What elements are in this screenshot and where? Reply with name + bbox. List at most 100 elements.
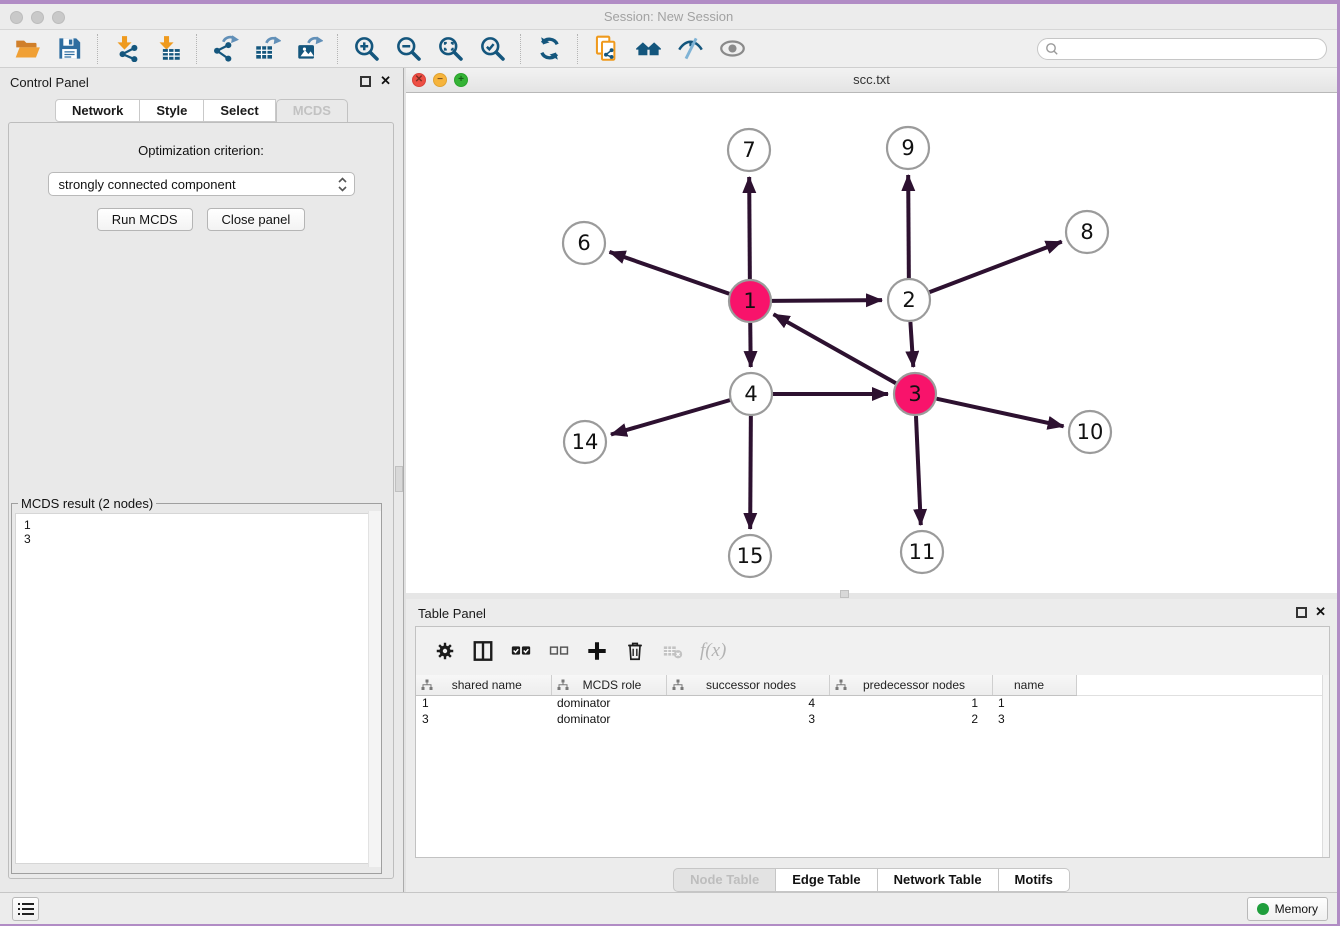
window-title: Session: New Session	[0, 9, 1337, 24]
table-row[interactable]: 3dominator323	[416, 711, 1322, 727]
table-panel-title: Table Panel	[418, 606, 486, 621]
column-header-predecessor-nodes[interactable]: predecessor nodes	[829, 675, 992, 695]
tab-mcds[interactable]: MCDS	[276, 99, 348, 123]
close-panel-icon[interactable]: ✕	[380, 73, 391, 89]
split-columns-icon[interactable]	[469, 637, 497, 665]
table-cell[interactable]: 2	[829, 711, 992, 727]
edge-4-14[interactable]	[611, 400, 730, 434]
edge-3-1[interactable]	[774, 314, 896, 383]
export-network-icon[interactable]	[209, 34, 241, 64]
zoom-fit-icon[interactable]	[434, 34, 466, 64]
export-table-icon[interactable]	[251, 34, 283, 64]
node-label-2: 2	[902, 288, 915, 312]
main-content: Control Panel ✕ NetworkStyleSelectMCDS O…	[0, 68, 1337, 892]
deselect-all-columns-icon[interactable]	[545, 637, 573, 665]
node-label-6: 6	[577, 231, 590, 255]
node-label-4: 4	[744, 382, 757, 406]
add-column-icon[interactable]	[583, 637, 611, 665]
tab-style[interactable]: Style	[140, 99, 204, 122]
mcds-result-fieldset: MCDS result (2 nodes) 1 3	[11, 496, 382, 874]
import-network-icon[interactable]	[110, 34, 142, 64]
table-cell[interactable]: 3	[416, 711, 551, 727]
edge-3-11[interactable]	[916, 416, 921, 525]
save-session-icon[interactable]	[53, 34, 85, 64]
control-panel-title: Control Panel	[10, 75, 89, 90]
delete-column-icon[interactable]	[621, 637, 649, 665]
toolbar-separator	[196, 34, 197, 64]
table-cell-empty	[1076, 711, 1322, 727]
float-panel-icon[interactable]	[360, 76, 371, 87]
table-cell[interactable]: 3	[666, 711, 829, 727]
control-panel-header: Control Panel ✕	[0, 68, 403, 98]
edge-3-10[interactable]	[936, 399, 1063, 427]
table-scrollbar[interactable]	[1322, 675, 1329, 857]
select-all-columns-icon[interactable]	[507, 637, 535, 665]
table-toolbar: f(x)	[416, 627, 1329, 675]
refresh-icon[interactable]	[533, 34, 565, 64]
memory-button[interactable]: Memory	[1247, 897, 1328, 921]
edge-2-3[interactable]	[910, 322, 913, 367]
column-header-filler	[1076, 675, 1322, 695]
table-cell[interactable]: 3	[992, 711, 1076, 727]
tab-node-table[interactable]: Node Table	[673, 868, 776, 892]
edge-1-2[interactable]	[772, 300, 882, 301]
show-details-icon[interactable]	[716, 34, 748, 64]
tab-select[interactable]: Select	[204, 99, 275, 122]
column-header-successor-nodes[interactable]: successor nodes	[666, 675, 829, 695]
edge-1-7[interactable]	[749, 177, 750, 279]
export-image-icon[interactable]	[293, 34, 325, 64]
control-panel: Control Panel ✕ NetworkStyleSelectMCDS O…	[0, 68, 403, 892]
chevron-stepper-icon	[337, 176, 348, 196]
splitter-handle[interactable]	[395, 466, 403, 492]
tab-network[interactable]: Network	[55, 99, 140, 122]
mcds-result-title: MCDS result (2 nodes)	[18, 496, 156, 511]
hide-details-icon[interactable]	[674, 34, 706, 64]
task-history-button[interactable]	[12, 897, 39, 921]
close-panel-icon[interactable]: ✕	[1315, 604, 1326, 620]
window-titlebar: Session: New Session	[0, 4, 1337, 30]
table-row[interactable]: 1dominator411	[416, 695, 1322, 711]
network-window-titlebar: ✕ − + scc.txt	[406, 68, 1337, 93]
optimization-criterion-select[interactable]: strongly connected component	[48, 172, 355, 196]
table-cell[interactable]: dominator	[551, 711, 666, 727]
splitter-handle[interactable]	[840, 590, 849, 598]
table-panel-header: Table Panel ✕	[406, 599, 1337, 626]
run-mcds-button[interactable]: Run MCDS	[97, 208, 193, 231]
network-window-title: scc.txt	[406, 72, 1337, 87]
column-header-name[interactable]: name	[992, 675, 1076, 695]
mcds-result-text[interactable]: 1 3	[15, 513, 378, 864]
table-cell[interactable]: 1	[829, 695, 992, 711]
search-input[interactable]	[1063, 42, 1313, 56]
close-panel-button[interactable]: Close panel	[207, 208, 306, 231]
column-header-MCDS-role[interactable]: MCDS role	[551, 675, 666, 695]
edge-2-8[interactable]	[930, 242, 1062, 293]
column-header-shared-name[interactable]: shared name	[416, 675, 551, 695]
edge-4-15[interactable]	[750, 416, 751, 529]
edge-1-6[interactable]	[609, 252, 729, 294]
edge-2-9[interactable]	[908, 175, 909, 278]
float-panel-icon[interactable]	[1296, 607, 1307, 618]
home-icon[interactable]	[632, 34, 664, 64]
tab-edge-table[interactable]: Edge Table	[776, 868, 877, 892]
column-type-icon	[557, 679, 569, 691]
toolbar-separator	[97, 34, 98, 64]
table-cell[interactable]: 4	[666, 695, 829, 711]
zoom-selected-icon[interactable]	[476, 34, 508, 64]
table-settings-icon[interactable]	[431, 637, 459, 665]
import-table-icon[interactable]	[152, 34, 184, 64]
toolbar-separator	[337, 34, 338, 64]
result-scrollbar[interactable]	[368, 511, 381, 867]
network-canvas[interactable]: 7968124314101511	[406, 93, 1337, 593]
zoom-in-icon[interactable]	[350, 34, 382, 64]
zoom-out-icon[interactable]	[392, 34, 424, 64]
network-graph[interactable]: 7968124314101511	[406, 93, 1340, 593]
mcds-tab-panel: Optimization criterion: strongly connect…	[8, 122, 394, 879]
open-session-icon[interactable]	[11, 34, 43, 64]
tab-motifs[interactable]: Motifs	[999, 868, 1070, 892]
table-cell[interactable]: 1	[416, 695, 551, 711]
tab-network-table[interactable]: Network Table	[878, 868, 999, 892]
duplicate-network-icon[interactable]	[590, 34, 622, 64]
search-box[interactable]	[1037, 38, 1327, 60]
table-cell[interactable]: 1	[992, 695, 1076, 711]
table-cell[interactable]: dominator	[551, 695, 666, 711]
